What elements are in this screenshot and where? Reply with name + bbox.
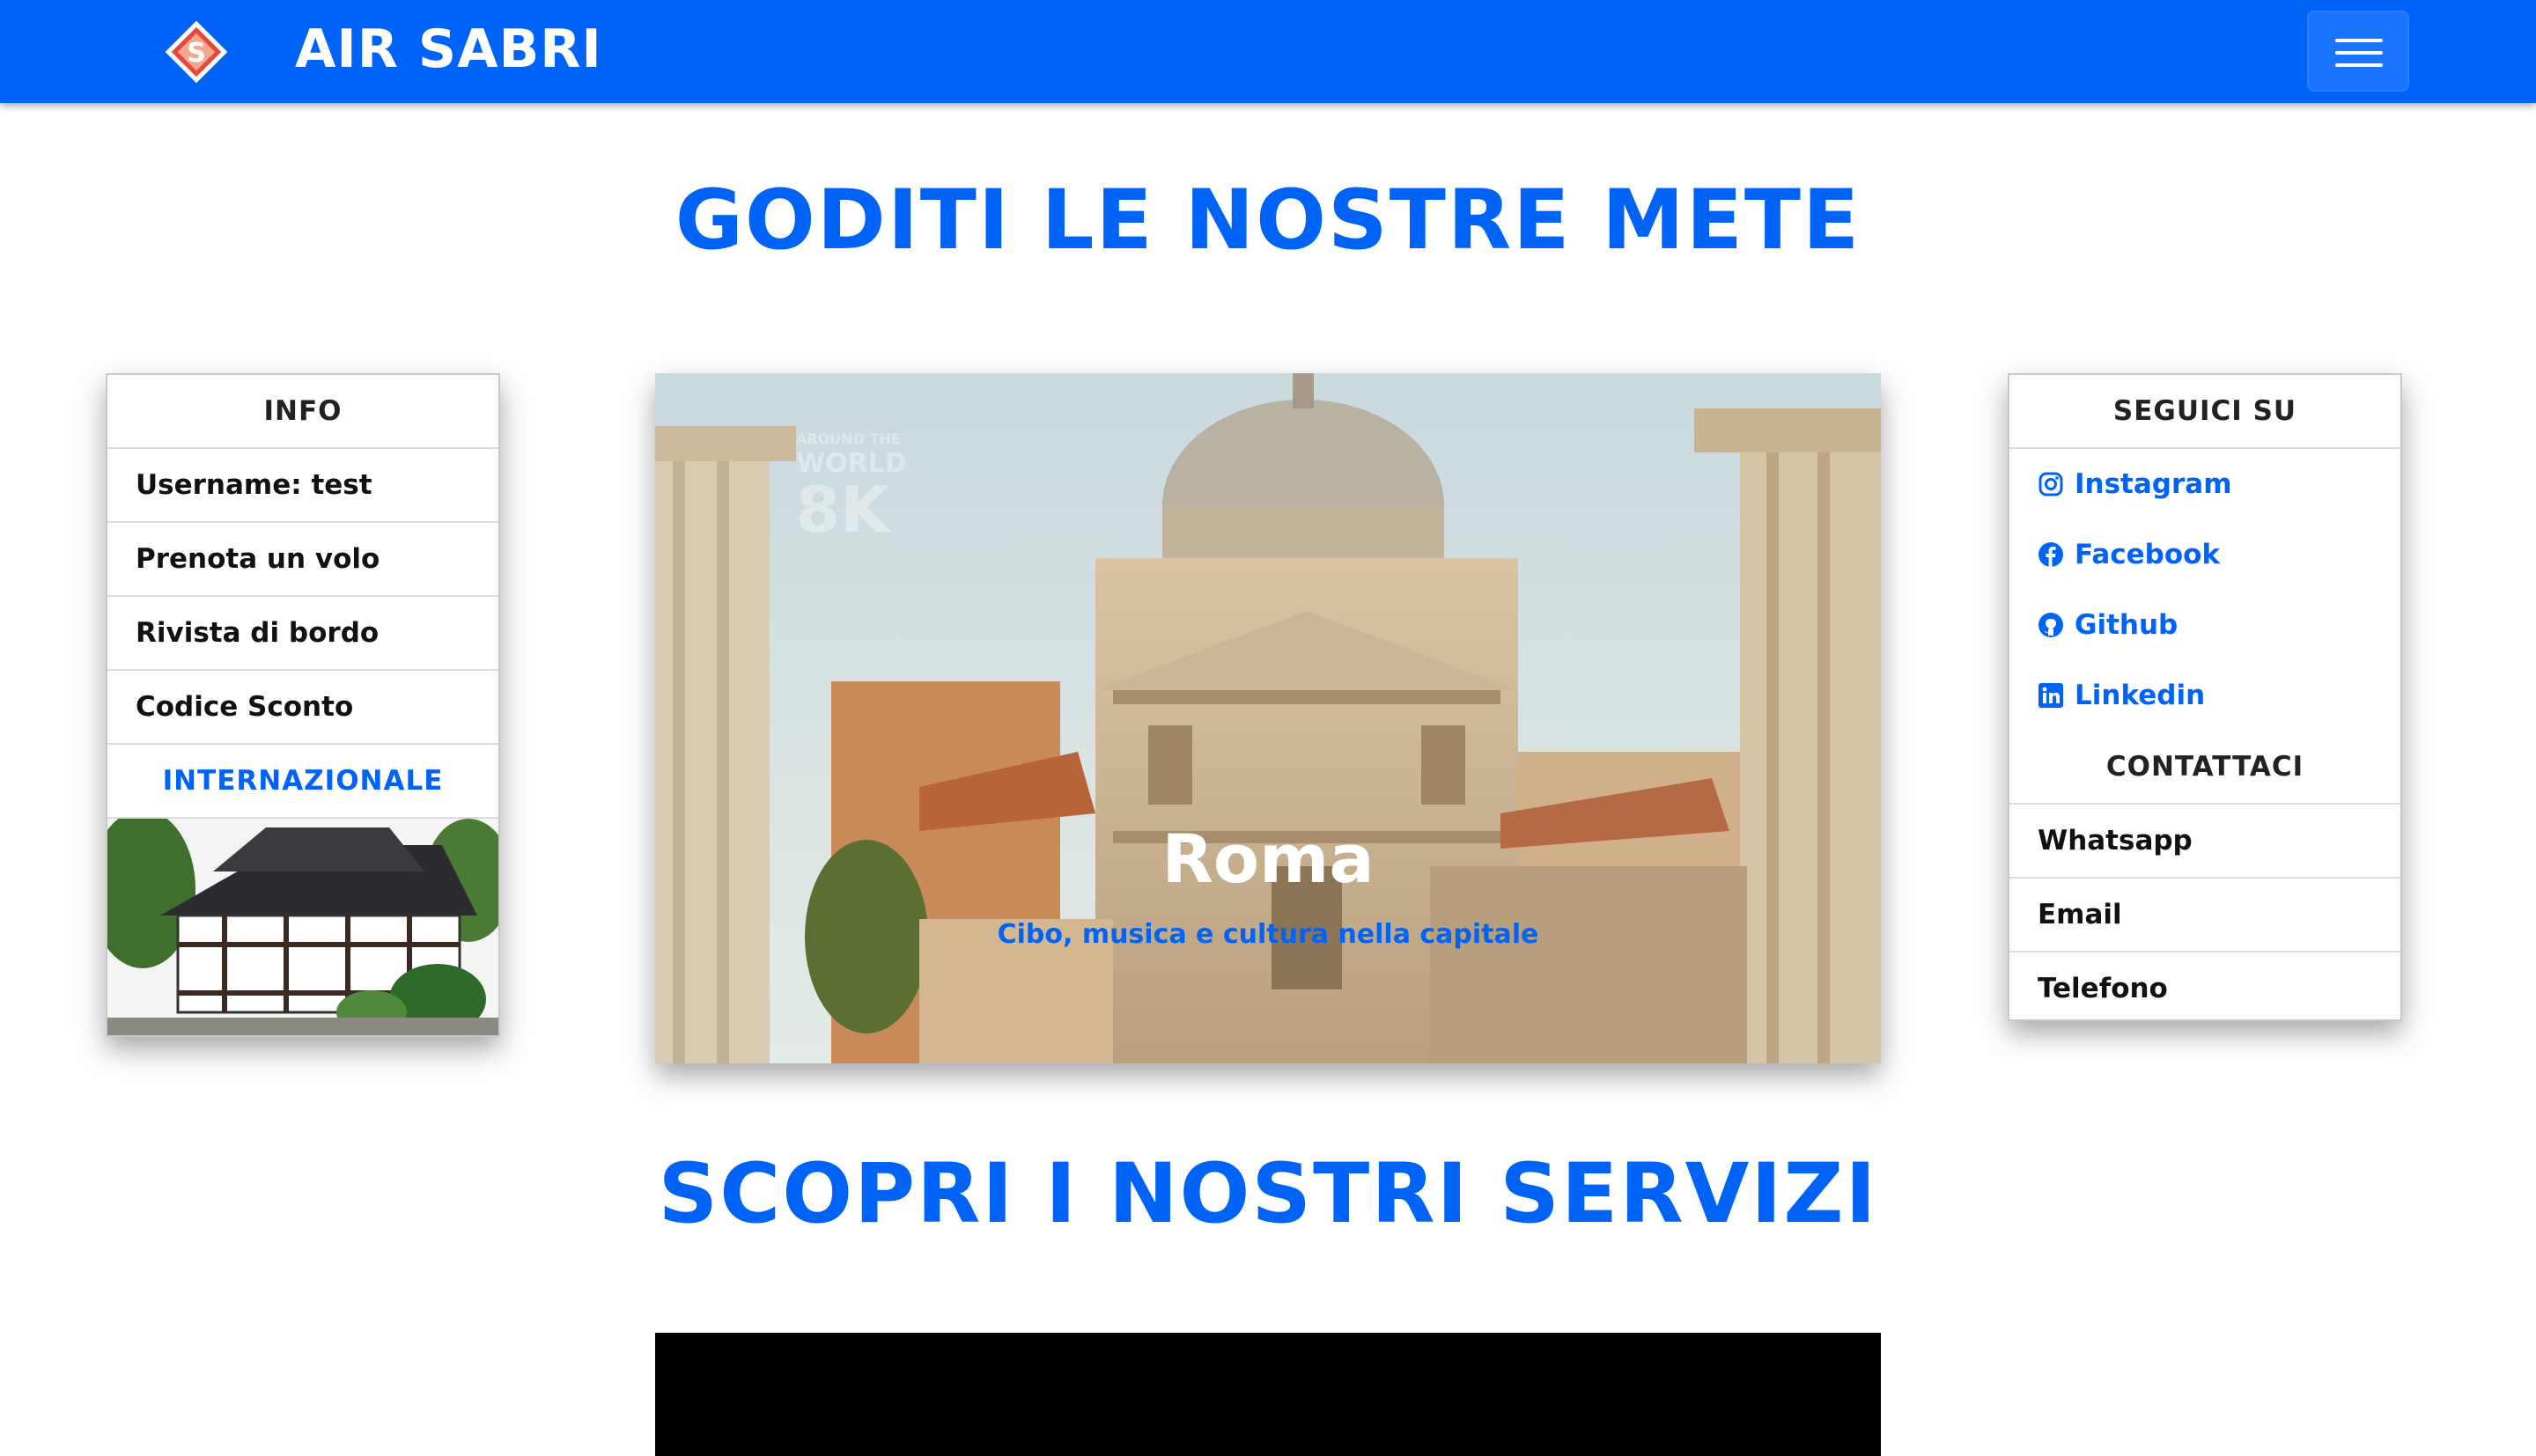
brand-title[interactable]: AIR SABRI — [295, 21, 602, 77]
info-panel: INFO Username: test Prenota un volo Rivi… — [106, 373, 500, 1037]
destinations-heading: GODITI LE NOSTRE METE — [675, 173, 1861, 268]
svg-text:S: S — [187, 38, 206, 69]
info-item-discount-code[interactable]: Codice Sconto — [107, 671, 498, 745]
contact-title: CONTATTACI — [2009, 731, 2400, 805]
github-icon — [2038, 594, 2064, 637]
services-video-player[interactable] — [655, 1333, 1881, 1456]
facebook-icon — [2038, 524, 2064, 567]
info-item-username[interactable]: Username: test — [107, 449, 498, 523]
info-item-international[interactable]: INTERNAZIONALE — [107, 745, 498, 819]
github-label[interactable]: Github — [2075, 609, 2178, 641]
facebook-label[interactable]: Facebook — [2075, 539, 2220, 570]
destination-carousel[interactable]: AROUND THE WORLD 8K Roma Cibo, musica e … — [655, 373, 1881, 1063]
social-link-linkedin[interactable]: Linkedin — [2009, 660, 2400, 731]
social-link-facebook[interactable]: Facebook — [2009, 519, 2400, 590]
contact-email[interactable]: Email — [2009, 879, 2400, 952]
instagram-label[interactable]: Instagram — [2075, 468, 2232, 500]
info-item-magazine[interactable]: Rivista di bordo — [107, 597, 498, 671]
info-item-book-flight[interactable]: Prenota un volo — [107, 523, 498, 597]
slide-caption-subtitle: Cibo, musica e cultura nella capitale — [997, 919, 1539, 950]
rome-slide-image: AROUND THE WORLD 8K — [655, 373, 1881, 1063]
top-navbar: S AIR SABRI — [0, 0, 2536, 103]
contact-whatsapp[interactable]: Whatsapp — [2009, 805, 2400, 879]
services-heading: SCOPRI I NOSTRI SERVIZI — [658, 1146, 1878, 1242]
svg-text:8K: 8K — [796, 473, 891, 547]
linkedin-icon — [2038, 665, 2064, 708]
instagram-icon — [2038, 453, 2064, 496]
social-link-instagram[interactable]: Instagram — [2009, 449, 2400, 519]
social-link-github[interactable]: Github — [2009, 590, 2400, 660]
svg-text:AROUND THE: AROUND THE — [796, 430, 901, 447]
japanese-house-photo — [107, 819, 498, 1035]
slide-caption-title: Roma — [1161, 820, 1375, 898]
social-panel-title: SEGUICI SU — [2009, 375, 2400, 449]
brand-logo-icon[interactable]: S — [162, 18, 231, 86]
social-panel: SEGUICI SU Instagram Facebook Github Lin… — [2008, 373, 2402, 1021]
hamburger-icon[interactable] — [2307, 11, 2409, 92]
contact-phone[interactable]: Telefono — [2009, 952, 2400, 1025]
info-panel-title: INFO — [107, 375, 498, 449]
linkedin-label[interactable]: Linkedin — [2075, 680, 2205, 711]
